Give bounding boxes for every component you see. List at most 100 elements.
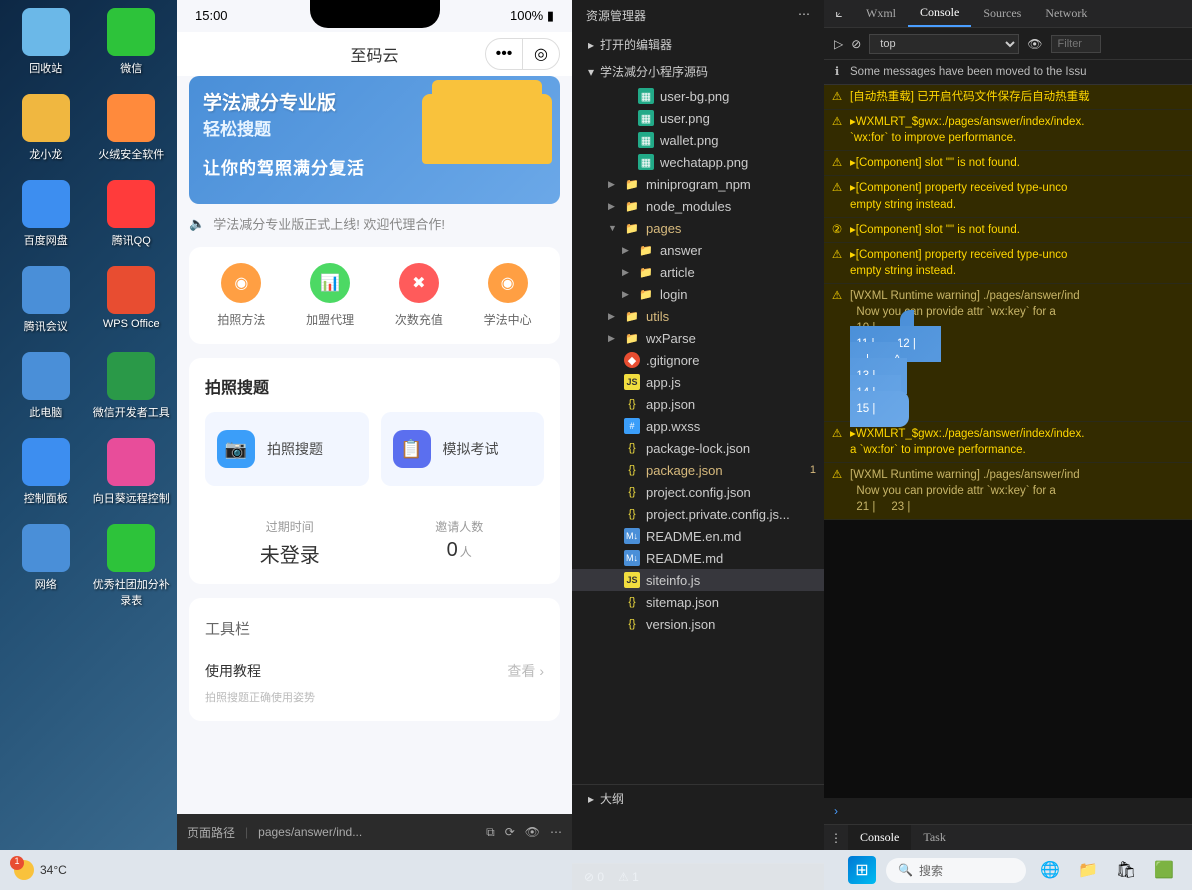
desktop-icon[interactable]: 控制面板 <box>4 438 88 506</box>
camera-icon: 📷 <box>217 430 255 468</box>
more-icon[interactable]: ⋯ <box>798 7 810 24</box>
taskbar-app-explorer[interactable]: 📁 <box>1074 856 1102 884</box>
action-center[interactable]: ◉ 学法中心 <box>484 263 532 328</box>
play-icon[interactable]: ▷ <box>834 37 843 51</box>
desktop-icon[interactable]: 百度网盘 <box>4 180 88 248</box>
tree-item[interactable]: ▦user.png <box>572 107 824 129</box>
tab-wxml[interactable]: Wxml <box>854 1 908 26</box>
shortcut-mock-exam[interactable]: 📋 模拟考试 <box>381 412 545 486</box>
editors-section[interactable]: ▸ 打开的编辑器 <box>572 31 824 58</box>
desktop-icon[interactable]: 微信开发者工具 <box>90 352 174 420</box>
taskbar-app-store[interactable]: 🛍 <box>1112 856 1140 884</box>
taskbar-app-edge[interactable]: 🌐 <box>1036 856 1064 884</box>
taskbar-weather[interactable]: 1 34°C <box>14 860 67 880</box>
console-log-line[interactable]: ⚠▸WXMLRT_$gwx:./pages/answer/index/index… <box>824 110 1192 151</box>
action-franchise[interactable]: 📊 加盟代理 <box>306 263 354 328</box>
tree-item[interactable]: ▶📁utils <box>572 305 824 327</box>
desktop-icon[interactable]: WPS Office <box>90 266 174 334</box>
chevron-right-icon: ▸ <box>588 792 594 806</box>
desktop-icon[interactable]: 腾讯会议 <box>4 266 88 334</box>
status-battery: 100% ▮ <box>510 8 554 24</box>
tree-item[interactable]: M↓README.en.md <box>572 525 824 547</box>
desktop-icon[interactable]: 火绒安全软件 <box>90 94 174 162</box>
project-section[interactable]: ▾ 学法减分小程序源码 <box>572 58 824 85</box>
footer-path[interactable]: pages/answer/ind... <box>258 825 362 839</box>
console-log-line[interactable]: ⚠[自动热重载] 已开启代码文件保存后自动热重载 <box>824 85 1192 110</box>
console-log-line[interactable]: ⚠[WXML Runtime warning] ./pages/answer/i… <box>824 463 1192 520</box>
tree-item[interactable]: {}sitemap.json <box>572 591 824 613</box>
taskbar-app-devtools[interactable]: 🟩 <box>1150 856 1178 884</box>
desktop-icon[interactable]: 腾讯QQ <box>90 180 174 248</box>
tree-item[interactable]: M↓README.md <box>572 547 824 569</box>
tree-item[interactable]: ▶📁miniprogram_npm <box>572 173 824 195</box>
action-photo-method[interactable]: ◉ 拍照方法 <box>217 263 265 328</box>
tree-item[interactable]: ▦user-bg.png <box>572 85 824 107</box>
console-prompt[interactable]: › <box>824 798 1192 824</box>
tree-item[interactable]: ▼📁pages <box>572 217 824 239</box>
more-icon[interactable]: ⋯ <box>550 825 562 839</box>
chevron-right-icon: › <box>539 663 544 679</box>
refresh-icon[interactable]: ⟳ <box>505 825 515 839</box>
tree-item[interactable]: {}package.json1 <box>572 459 824 481</box>
tree-item[interactable]: ▶📁wxParse <box>572 327 824 349</box>
tab-console[interactable]: Console <box>908 0 971 27</box>
clear-icon[interactable]: ⊘ <box>851 37 861 51</box>
desktop-icon[interactable]: 优秀社团加分补录表 <box>90 524 174 608</box>
tree-item[interactable]: JSapp.js <box>572 371 824 393</box>
tree-item[interactable]: {}app.json <box>572 393 824 415</box>
shortcut-photo-search[interactable]: 📷 拍照搜题 <box>205 412 369 486</box>
filter-input[interactable] <box>1051 35 1101 53</box>
menu-icon[interactable]: ⋮ <box>824 825 848 850</box>
context-select[interactable]: top <box>869 34 1019 54</box>
start-icon[interactable]: ⊞ <box>848 856 876 884</box>
bottom-tab-console[interactable]: Console <box>848 825 911 850</box>
console-log-line[interactable]: ⚠▸[Component] slot "" is not found. <box>824 151 1192 176</box>
console-log-line[interactable]: ⚠▸WXMLRT_$gwx:./pages/answer/index/index… <box>824 422 1192 463</box>
banner[interactable]: 学法减分专业版 轻松搜题 让你的驾照满分复活 <box>189 76 560 204</box>
notice-bar[interactable]: 🔈 学法减分专业版正式上线! 欢迎代理合作! <box>189 214 560 233</box>
console-log-line[interactable]: ℹSome messages have been moved to the Is… <box>824 60 1192 85</box>
tree-item[interactable]: ▦wechatapp.png <box>572 151 824 173</box>
desktop-icon[interactable]: 此电脑 <box>4 352 88 420</box>
card-title: 拍照搜题 <box>205 374 544 398</box>
tab-sources[interactable]: Sources <box>971 1 1033 26</box>
desktop-icon[interactable]: 回收站 <box>4 8 88 76</box>
console-log-line[interactable]: ⚠▸[Component] property received type-unc… <box>824 243 1192 284</box>
capsule-close-icon[interactable]: ◎ <box>523 39 559 69</box>
tree-item[interactable]: {}project.private.config.js... <box>572 503 824 525</box>
capsule-more-icon[interactable]: ••• <box>486 39 522 69</box>
tree-item[interactable]: #app.wxss <box>572 415 824 437</box>
tree-item[interactable]: ▶📁article <box>572 261 824 283</box>
console-output[interactable]: ℹSome messages have been moved to the Is… <box>824 60 1192 798</box>
toolbox-card: 工具栏 使用教程 查看 › 拍照搜题正确使用姿势 <box>189 598 560 721</box>
tree-item[interactable]: {}version.json <box>572 613 824 635</box>
tree-item[interactable]: ▶📁login <box>572 283 824 305</box>
tree-item[interactable]: ▦wallet.png <box>572 129 824 151</box>
tree-item[interactable]: {}package-lock.json <box>572 437 824 459</box>
console-log-line[interactable]: ②▸[Component] slot "" is not found. <box>824 218 1192 243</box>
desktop-icon[interactable]: 微信 <box>90 8 174 76</box>
tree-item[interactable]: {}project.config.json <box>572 481 824 503</box>
eye-icon[interactable]: 👁 <box>525 825 540 839</box>
outline-section[interactable]: ▸ 大纲 <box>572 784 824 812</box>
desktop-icon[interactable]: 龙小龙 <box>4 94 88 162</box>
toolbox-tutorial[interactable]: 使用教程 查看 › <box>205 653 544 689</box>
inspect-icon[interactable]: ⟀ <box>824 6 854 21</box>
desktop-icon[interactable]: 向日葵远程控制 <box>90 438 174 506</box>
desktop-icon[interactable]: 网络 <box>4 524 88 608</box>
console-log-line[interactable]: ⚠[WXML Runtime warning] ./pages/answer/i… <box>824 284 1192 422</box>
copy-icon[interactable]: ⧉ <box>486 825 495 840</box>
status-time: 15:00 <box>195 8 228 24</box>
action-recharge[interactable]: ✖ 次数充值 <box>395 263 443 328</box>
tree-item[interactable]: ▶📁answer <box>572 239 824 261</box>
console-log-line[interactable]: ⚠▸[Component] property received type-unc… <box>824 176 1192 217</box>
exam-icon: 📋 <box>393 430 431 468</box>
tree-item[interactable]: ◆.gitignore <box>572 349 824 371</box>
footer-path-label[interactable]: 页面路径 <box>187 824 235 841</box>
tab-network[interactable]: Network <box>1033 1 1099 26</box>
eye-icon[interactable]: 👁 <box>1027 37 1042 51</box>
tree-item[interactable]: JSsiteinfo.js <box>572 569 824 591</box>
tree-item[interactable]: ▶📁node_modules <box>572 195 824 217</box>
bottom-tab-task[interactable]: Task <box>911 825 958 850</box>
taskbar-search[interactable]: 🔍 搜索 <box>886 858 1026 883</box>
